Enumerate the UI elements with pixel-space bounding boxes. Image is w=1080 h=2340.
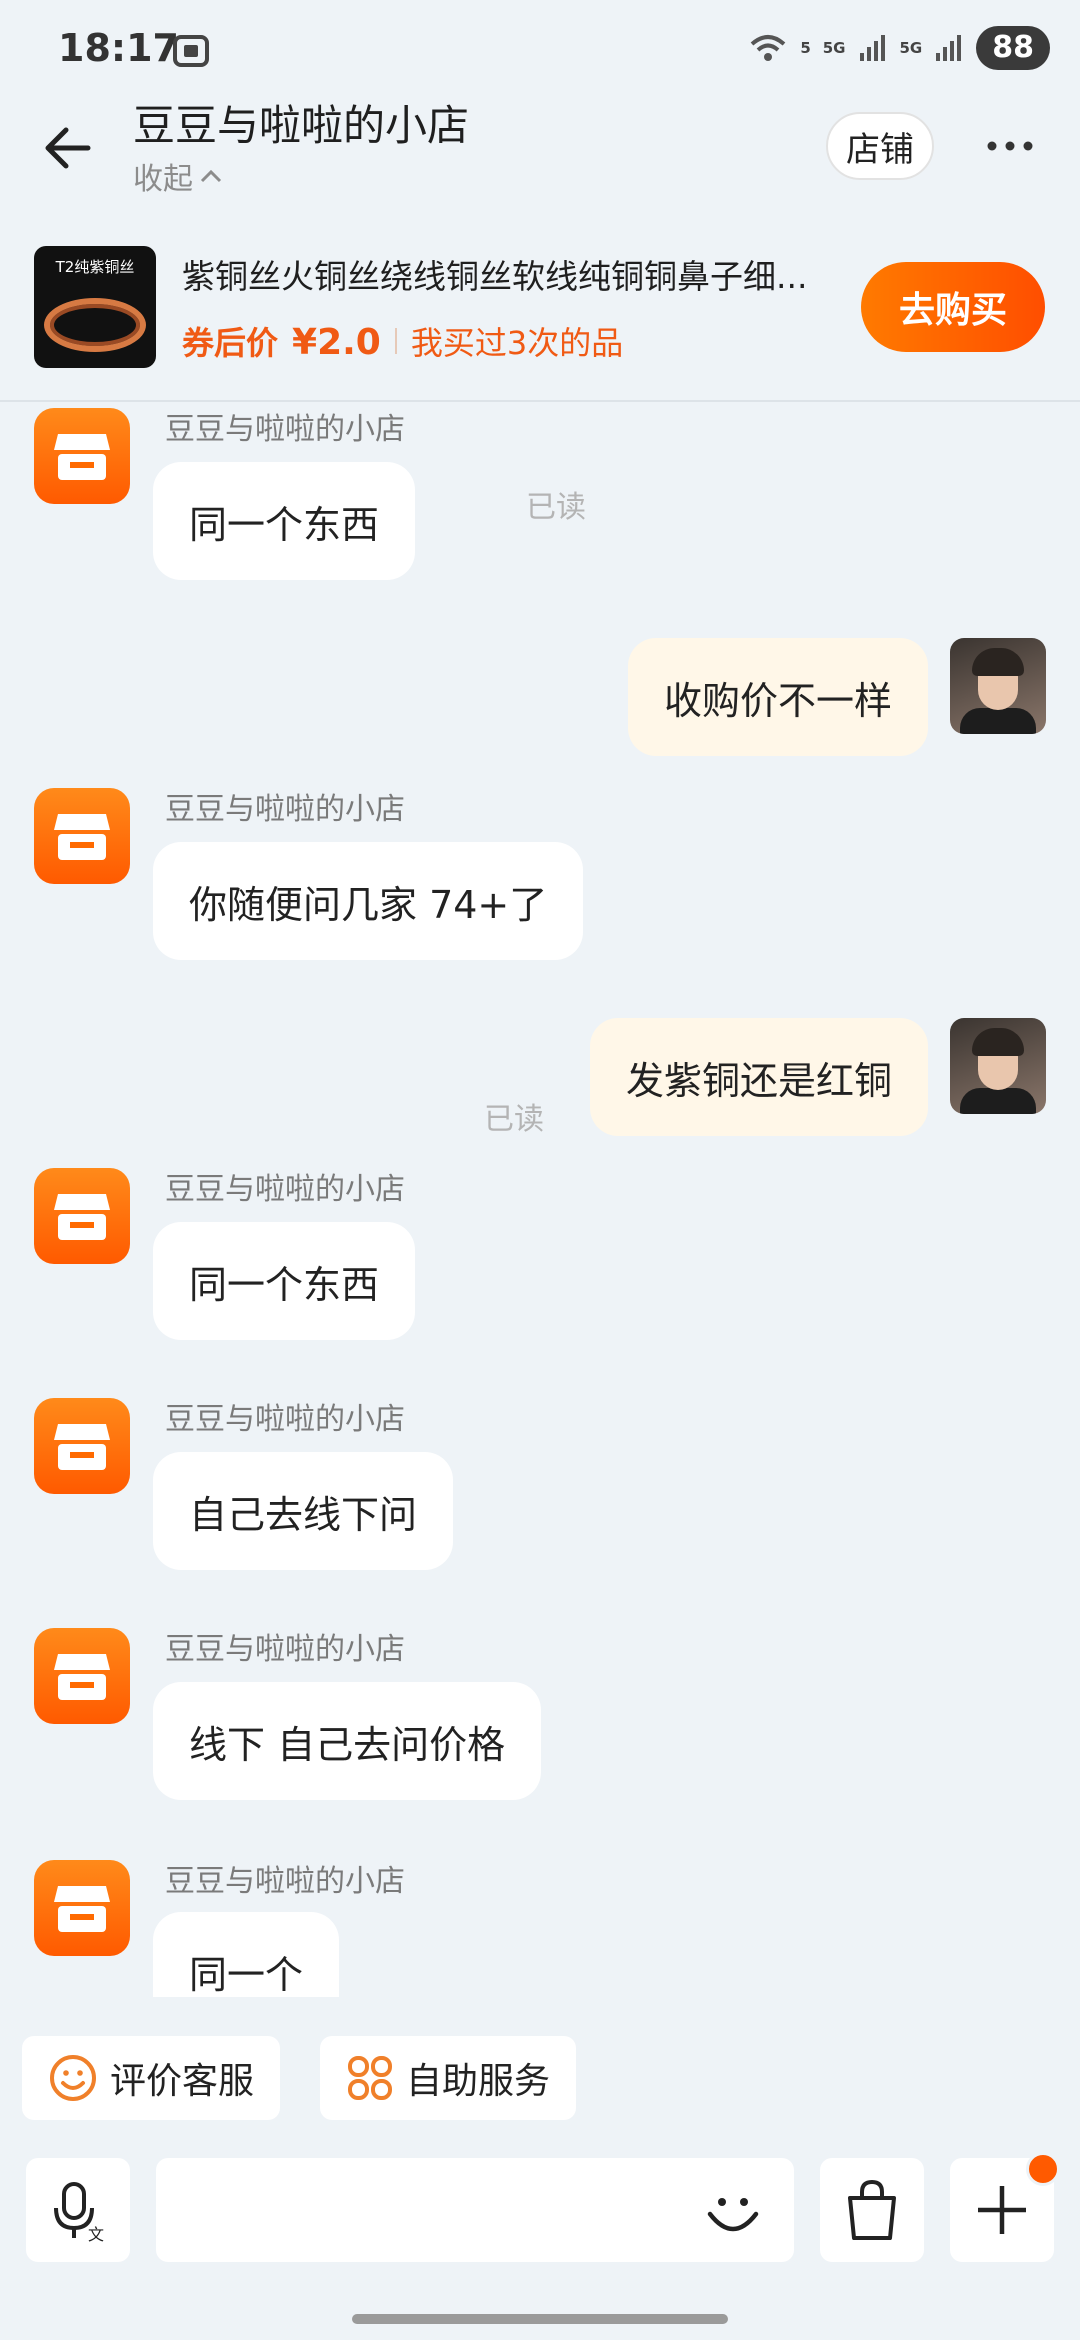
chat-list[interactable]: 豆豆与啦啦的小店 同一个东西 已读 收购价不一样 豆豆与啦啦的小店 你随便问几家… (0, 402, 1080, 1997)
network-label-2: 5G (899, 39, 923, 57)
notification-dot (1026, 2152, 1060, 2186)
shop-avatar[interactable] (34, 788, 130, 884)
product-image[interactable]: T2纯紫铜丝 (34, 246, 156, 368)
shop-avatar[interactable] (34, 1168, 130, 1264)
more-actions-button[interactable] (950, 2152, 1060, 2262)
shop-title: 豆豆与啦啦的小店 (133, 101, 470, 150)
read-status: 已读 (526, 490, 586, 525)
collapse-label: 收起 (133, 162, 193, 197)
chat-header: 豆豆与啦啦的小店 收起 店铺 (0, 88, 1080, 208)
user-avatar[interactable] (950, 1018, 1046, 1114)
input-bar: 文 (0, 2150, 1080, 2270)
product-price: ¥2.0 (292, 322, 381, 363)
price-divider (394, 328, 397, 354)
shop-avatar[interactable] (34, 1628, 130, 1724)
product-price-row: 券后价 ¥2.0 我买过3次的品 (182, 318, 623, 364)
shopping-bag-icon (848, 2179, 896, 2240)
message-bubble[interactable]: 同一个东西 (153, 1222, 416, 1340)
grid-flower-icon (348, 2056, 392, 2100)
store-icon (54, 1194, 110, 1240)
rate-service-button[interactable]: 评价客服 (22, 2036, 281, 2120)
sender-name: 豆豆与啦啦的小店 (165, 1632, 405, 1667)
chevron-up-icon (200, 169, 222, 183)
sender-name: 豆豆与啦啦的小店 (165, 1864, 405, 1899)
svg-text:文: 文 (88, 2225, 104, 2244)
message-bubble[interactable]: 自己去线下问 (153, 1452, 454, 1570)
store-icon (54, 814, 110, 860)
product-image-tag: T2纯紫铜丝 (55, 258, 135, 276)
microphone-translate-icon: 文 (54, 2182, 104, 2244)
message-bubble[interactable]: 同一个东西 (153, 462, 416, 580)
product-picker-button[interactable] (820, 2158, 924, 2262)
store-icon (54, 1654, 110, 1700)
back-arrow-icon[interactable] (40, 120, 96, 176)
product-title[interactable]: 紫铜丝火铜丝绕线铜丝软线纯铜铜鼻子细... (182, 250, 842, 298)
more-icon[interactable] (986, 138, 1034, 154)
self-service-button[interactable]: 自助服务 (320, 2036, 577, 2120)
network-label-1: 5G (822, 39, 846, 57)
sender-name: 豆豆与啦啦的小店 (165, 1172, 405, 1207)
store-button[interactable]: 店铺 (826, 112, 934, 180)
self-service-label: 自助服务 (406, 2061, 551, 2102)
sender-name: 豆豆与啦啦的小店 (165, 412, 405, 447)
copper-coil-graphic (44, 298, 146, 352)
emoji-icon[interactable] (700, 2180, 766, 2246)
message-bubble[interactable]: 同一个 (153, 1912, 340, 1997)
user-avatar[interactable] (950, 638, 1046, 734)
status-indicators: 5 5G 5G 88 (748, 26, 1050, 70)
message-bubble-self[interactable]: 发紫铜还是红铜 (589, 1018, 928, 1136)
product-card[interactable]: T2纯紫铜丝 紫铜丝火铜丝绕线铜丝软线纯铜铜鼻子细... 券后价 ¥2.0 我买… (0, 230, 1080, 402)
quick-actions: 评价客服 自助服务 (0, 2036, 1080, 2126)
store-icon (54, 1886, 110, 1932)
screen-record-icon (173, 35, 209, 67)
rate-service-label: 评价客服 (110, 2061, 255, 2102)
home-indicator[interactable] (352, 2314, 728, 2324)
wifi-icon (750, 35, 786, 61)
message-bubble-self[interactable]: 收购价不一样 (627, 638, 928, 756)
collapse-toggle[interactable]: 收起 (133, 154, 223, 198)
sender-name: 豆豆与啦啦的小店 (165, 1402, 405, 1437)
signal-icon (859, 35, 885, 61)
shop-avatar[interactable] (34, 408, 130, 504)
read-status: 已读 (484, 1102, 544, 1137)
status-time: 18:17 (58, 26, 179, 70)
store-icon (54, 434, 110, 480)
battery-indicator: 88 (976, 26, 1050, 70)
sender-name: 豆豆与啦啦的小店 (165, 792, 405, 827)
purchase-history-text: 我买过3次的品 (410, 324, 624, 362)
store-icon (54, 1424, 110, 1470)
shop-avatar[interactable] (34, 1398, 130, 1494)
coupon-price-label: 券后价 (182, 324, 279, 362)
wifi-label: 5 (800, 39, 811, 57)
message-input[interactable] (156, 2158, 794, 2262)
shop-avatar[interactable] (34, 1860, 130, 1956)
voice-input-button[interactable]: 文 (26, 2158, 130, 2262)
signal-icon-2 (936, 35, 962, 61)
smile-icon (50, 2055, 96, 2101)
buy-button[interactable]: 去购买 (861, 262, 1045, 352)
message-bubble[interactable]: 线下 自己去问价格 (153, 1682, 542, 1800)
message-bubble[interactable]: 你随便问几家 74+了 (153, 842, 584, 960)
status-bar: 18:17 5 5G 5G 88 (0, 0, 1080, 100)
